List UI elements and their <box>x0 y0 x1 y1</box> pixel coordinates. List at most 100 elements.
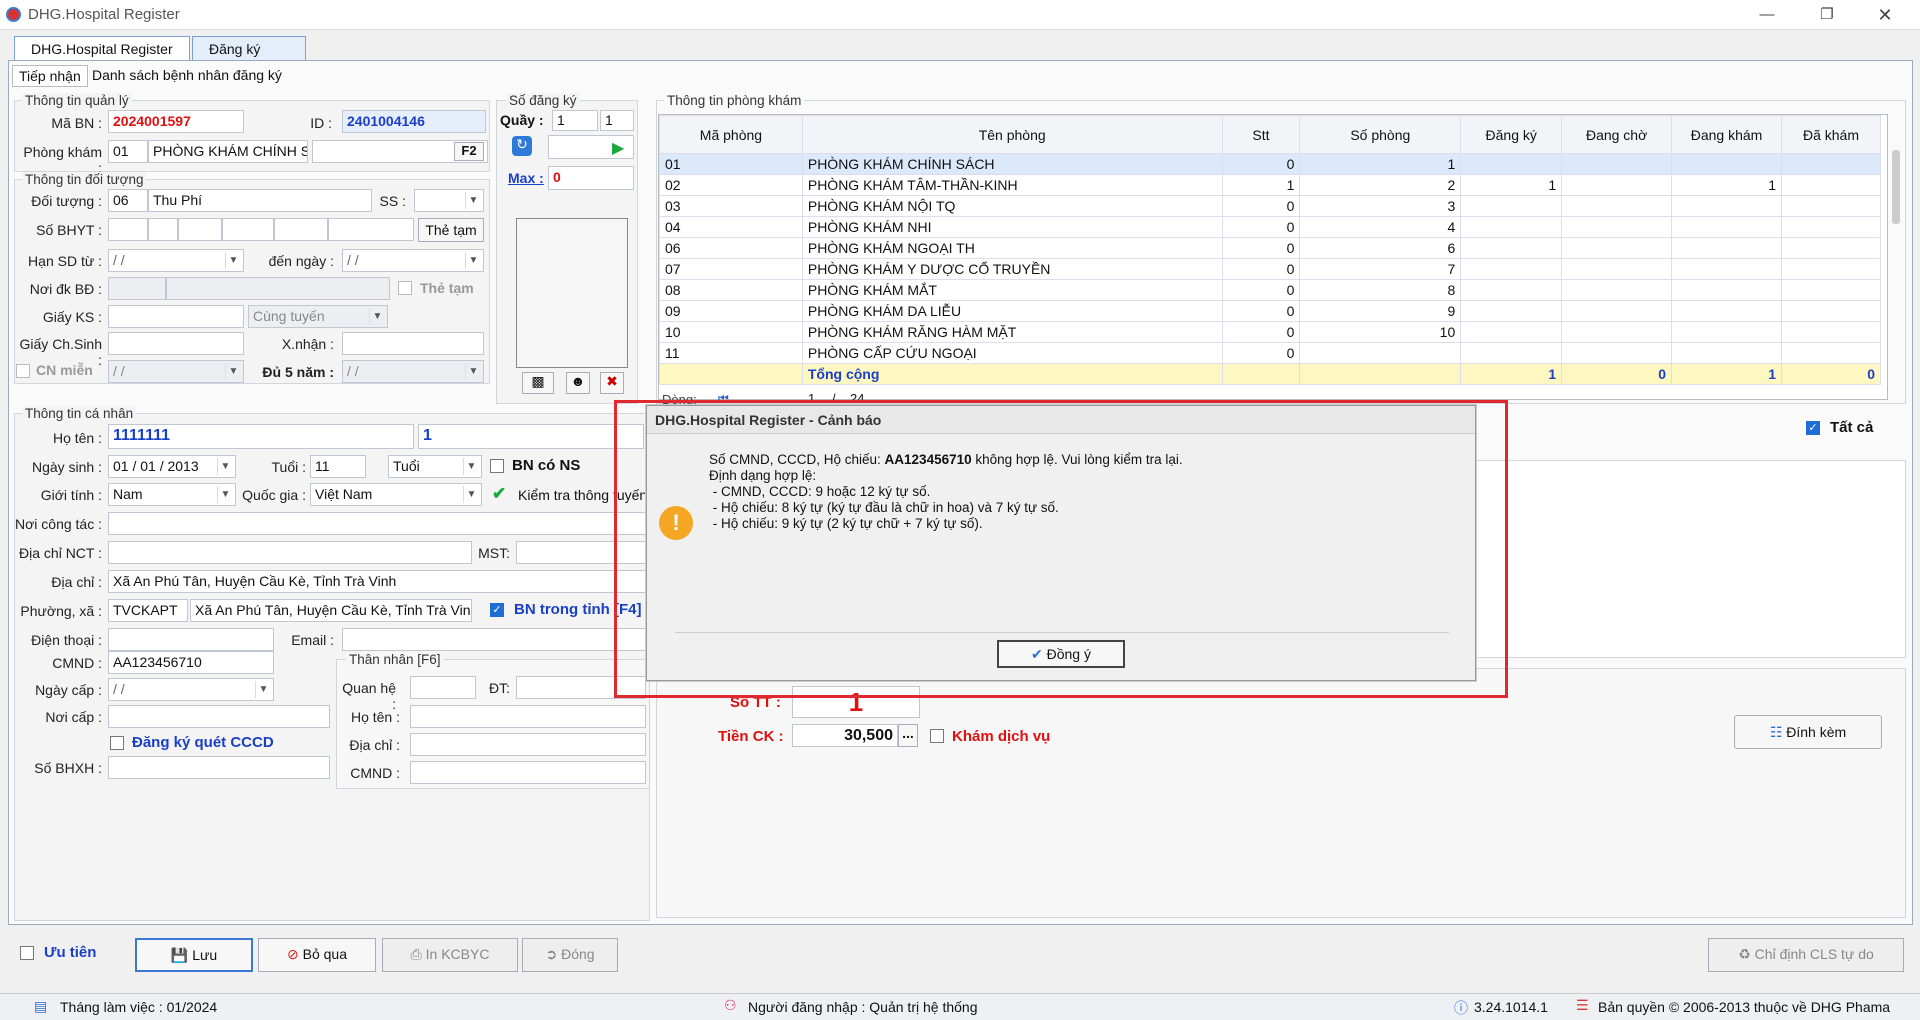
tn-cmnd-field[interactable] <box>410 761 646 784</box>
uu-tien-checkbox[interactable] <box>20 946 34 960</box>
the-tam-checkbox[interactable] <box>398 281 412 295</box>
table-row[interactable]: 10 PHÒNG KHÁM RĂNG HÀM MẶT 0 10 <box>659 321 1881 343</box>
table-row[interactable]: 11 PHÒNG CẤP CỨU NGOẠI 0 <box>659 342 1881 364</box>
doi-tuong-code[interactable]: 06 <box>108 189 148 212</box>
tn-ho-ten-field[interactable] <box>410 705 646 728</box>
bhyt-part2[interactable] <box>148 218 178 241</box>
bo-qua-button[interactable]: ⊘ Bỏ qua <box>258 938 376 972</box>
table-cell <box>1671 258 1783 280</box>
bn-trong-tinh-checkbox[interactable]: ✓ <box>490 603 504 617</box>
luu-button[interactable]: 💾 Lưu <box>135 938 253 972</box>
noi-ct-field[interactable] <box>108 512 646 535</box>
giay-ks-field[interactable] <box>108 305 244 328</box>
tab-danh-sach[interactable]: Danh sách bệnh nhân đăng ký <box>86 65 288 85</box>
id-field[interactable]: 2401004146 <box>342 110 486 133</box>
bhyt-part5[interactable] <box>274 218 328 241</box>
cn-mien-checkbox[interactable] <box>16 364 30 378</box>
rooms-col-header[interactable]: Số phòng <box>1299 115 1462 154</box>
dien-thoai-field[interactable] <box>108 628 274 651</box>
max-link[interactable]: Max : <box>508 170 544 186</box>
table-row[interactable]: 07 PHÒNG KHÁM Y DƯỢC CỔ TRUYỀN 0 7 <box>659 258 1881 280</box>
noi-dk-code[interactable] <box>108 277 166 300</box>
table-row[interactable]: 08 PHÒNG KHÁM MẮT 0 8 <box>659 279 1881 301</box>
quay2-spinner[interactable]: 1 <box>600 110 634 131</box>
table-row[interactable]: 06 PHÒNG KHÁM NGOẠI TH 0 6 <box>659 237 1881 259</box>
tuoi-spinner[interactable]: 11 <box>310 455 366 478</box>
quet-cccd-checkbox[interactable] <box>110 736 124 750</box>
pk-code-field[interactable]: 01 <box>108 140 148 163</box>
restore-button[interactable]: ❐ <box>1804 2 1850 28</box>
f2-button[interactable]: F2 <box>454 142 484 161</box>
han-den-date[interactable]: / / ▼ <box>342 249 484 272</box>
chi-dinh-cls-button[interactable]: ♻ Chỉ định CLS tự do <box>1708 938 1904 972</box>
quoc-gia-combo[interactable]: Việt Nam ▼ <box>310 483 482 506</box>
gioi-tinh-combo[interactable]: Nam ▼ <box>108 483 236 506</box>
quan-he-field[interactable] <box>410 676 476 699</box>
dia-chi-field[interactable]: Xã An Phú Tân, Huyện Cầu Kè, Tỉnh Trà Vi… <box>108 570 646 593</box>
rooms-col-header[interactable]: Stt <box>1221 115 1301 154</box>
rooms-col-header[interactable]: Tên phòng <box>801 115 1223 154</box>
dinh-kem-button[interactable]: ☷ Đính kèm <box>1734 715 1882 749</box>
table-row[interactable]: 09 PHÒNG KHÁM DA LIỄU 0 9 <box>659 300 1881 322</box>
tab-tiep-nhan[interactable]: Tiếp nhận <box>12 65 88 87</box>
delete-photo-icon[interactable]: ✖ <box>600 372 624 394</box>
bn-co-ns-checkbox[interactable] <box>490 459 504 473</box>
in-kcbyc-button[interactable]: ⎙ In KCBYC <box>382 938 518 972</box>
noi-cap-field[interactable] <box>108 705 330 728</box>
play-icon[interactable]: ▶ <box>612 138 624 158</box>
rooms-col-header[interactable]: Mã phòng <box>659 115 803 154</box>
tab-hospital-register[interactable]: DHG.Hospital Register <box>14 36 190 62</box>
ngay-sinh-date[interactable]: 01 / 01 / 2013 ▼ <box>108 455 236 478</box>
bhyt-part4[interactable] <box>222 218 274 241</box>
ngay-cap-date[interactable]: / / ▼ <box>108 678 274 701</box>
ss-combo[interactable]: ▼ <box>414 189 484 212</box>
email-field[interactable] <box>342 628 646 651</box>
tuoi-unit-combo[interactable]: Tuổi ▼ <box>388 455 482 478</box>
rooms-col-header[interactable]: Đã khám <box>1781 115 1881 154</box>
person-icon[interactable]: ☻ <box>566 372 590 394</box>
cung-tuyen-combo[interactable]: Cùng tuyến ▼ <box>248 305 388 328</box>
table-row[interactable]: 04 PHÒNG KHÁM NHI 0 4 <box>659 216 1881 238</box>
dong-button[interactable]: ➲ Đóng <box>522 938 618 972</box>
noi-dk-name[interactable] <box>166 277 390 300</box>
tien-ck-field[interactable]: 30,500 <box>792 724 898 747</box>
giay-cs-field[interactable] <box>108 332 244 355</box>
han-tu-date[interactable]: / / ▼ <box>108 249 244 272</box>
bhyt-part6[interactable] <box>328 218 414 241</box>
ho-ten-field[interactable]: 1111111 <box>108 424 414 449</box>
tn-dia-chi-field[interactable] <box>410 733 646 756</box>
phuong-name-field[interactable]: Xã An Phú Tân, Huyện Cầu Kè, Tỉnh Trà Vi… <box>190 599 472 622</box>
dong-y-button[interactable]: ✔ Đồng ý <box>997 640 1125 668</box>
max-field[interactable]: 0 <box>548 166 634 190</box>
table-row[interactable]: 03 PHÒNG KHÁM NỘI TQ 0 3 <box>659 195 1881 217</box>
table-row[interactable]: 01 PHÒNG KHÁM CHÍNH SÁCH 0 1 <box>659 153 1881 175</box>
cn-mien-date[interactable]: / / ▼ <box>108 360 244 383</box>
the-tam-button[interactable]: Thẻ tạm <box>418 218 484 242</box>
rooms-col-header[interactable]: Đang chờ <box>1561 115 1673 154</box>
cmnd-field[interactable]: AA123456710 <box>108 651 274 674</box>
dc-nct-field[interactable] <box>108 541 472 564</box>
pk-name-field[interactable]: PHÒNG KHÁM CHÍNH S <box>148 140 308 163</box>
du5-date[interactable]: / / ▼ <box>342 360 484 383</box>
camera-icon[interactable]: ▩ <box>522 372 554 394</box>
tien-ck-more-button[interactable]: ... <box>898 724 918 747</box>
ma-bn-field[interactable]: 2024001597 <box>108 110 244 133</box>
doi-tuong-name[interactable]: Thu Phí <box>148 189 372 212</box>
bhyt-part3[interactable] <box>178 218 222 241</box>
tat-ca-checkbox[interactable]: ✓ <box>1806 421 1820 435</box>
minimize-button[interactable]: — <box>1744 2 1790 28</box>
ho-ten-no-field[interactable]: 1 <box>418 424 644 449</box>
phuong-code-field[interactable]: TVCKAPT <box>108 599 188 622</box>
tab-dang-ky-kcb[interactable]: Đăng ký KCB <box>192 36 306 73</box>
quay1-spinner[interactable]: 1 <box>552 110 598 131</box>
refresh-icon[interactable]: ↻ <box>512 136 532 156</box>
kham-dv-checkbox[interactable] <box>930 729 944 743</box>
close-button[interactable]: ✕ <box>1862 2 1908 28</box>
rooms-scrollbar[interactable] <box>1892 150 1900 224</box>
rooms-col-header[interactable]: Đang khám <box>1671 115 1783 154</box>
rooms-col-header[interactable]: Đăng ký <box>1460 115 1563 154</box>
bhxh-field[interactable] <box>108 756 330 779</box>
xnhan-field[interactable] <box>342 332 484 355</box>
table-row[interactable]: 02 PHÒNG KHÁM TÂM-THẦN-KINH 1 2 1 1 <box>659 174 1881 196</box>
bhyt-part1[interactable] <box>108 218 148 241</box>
